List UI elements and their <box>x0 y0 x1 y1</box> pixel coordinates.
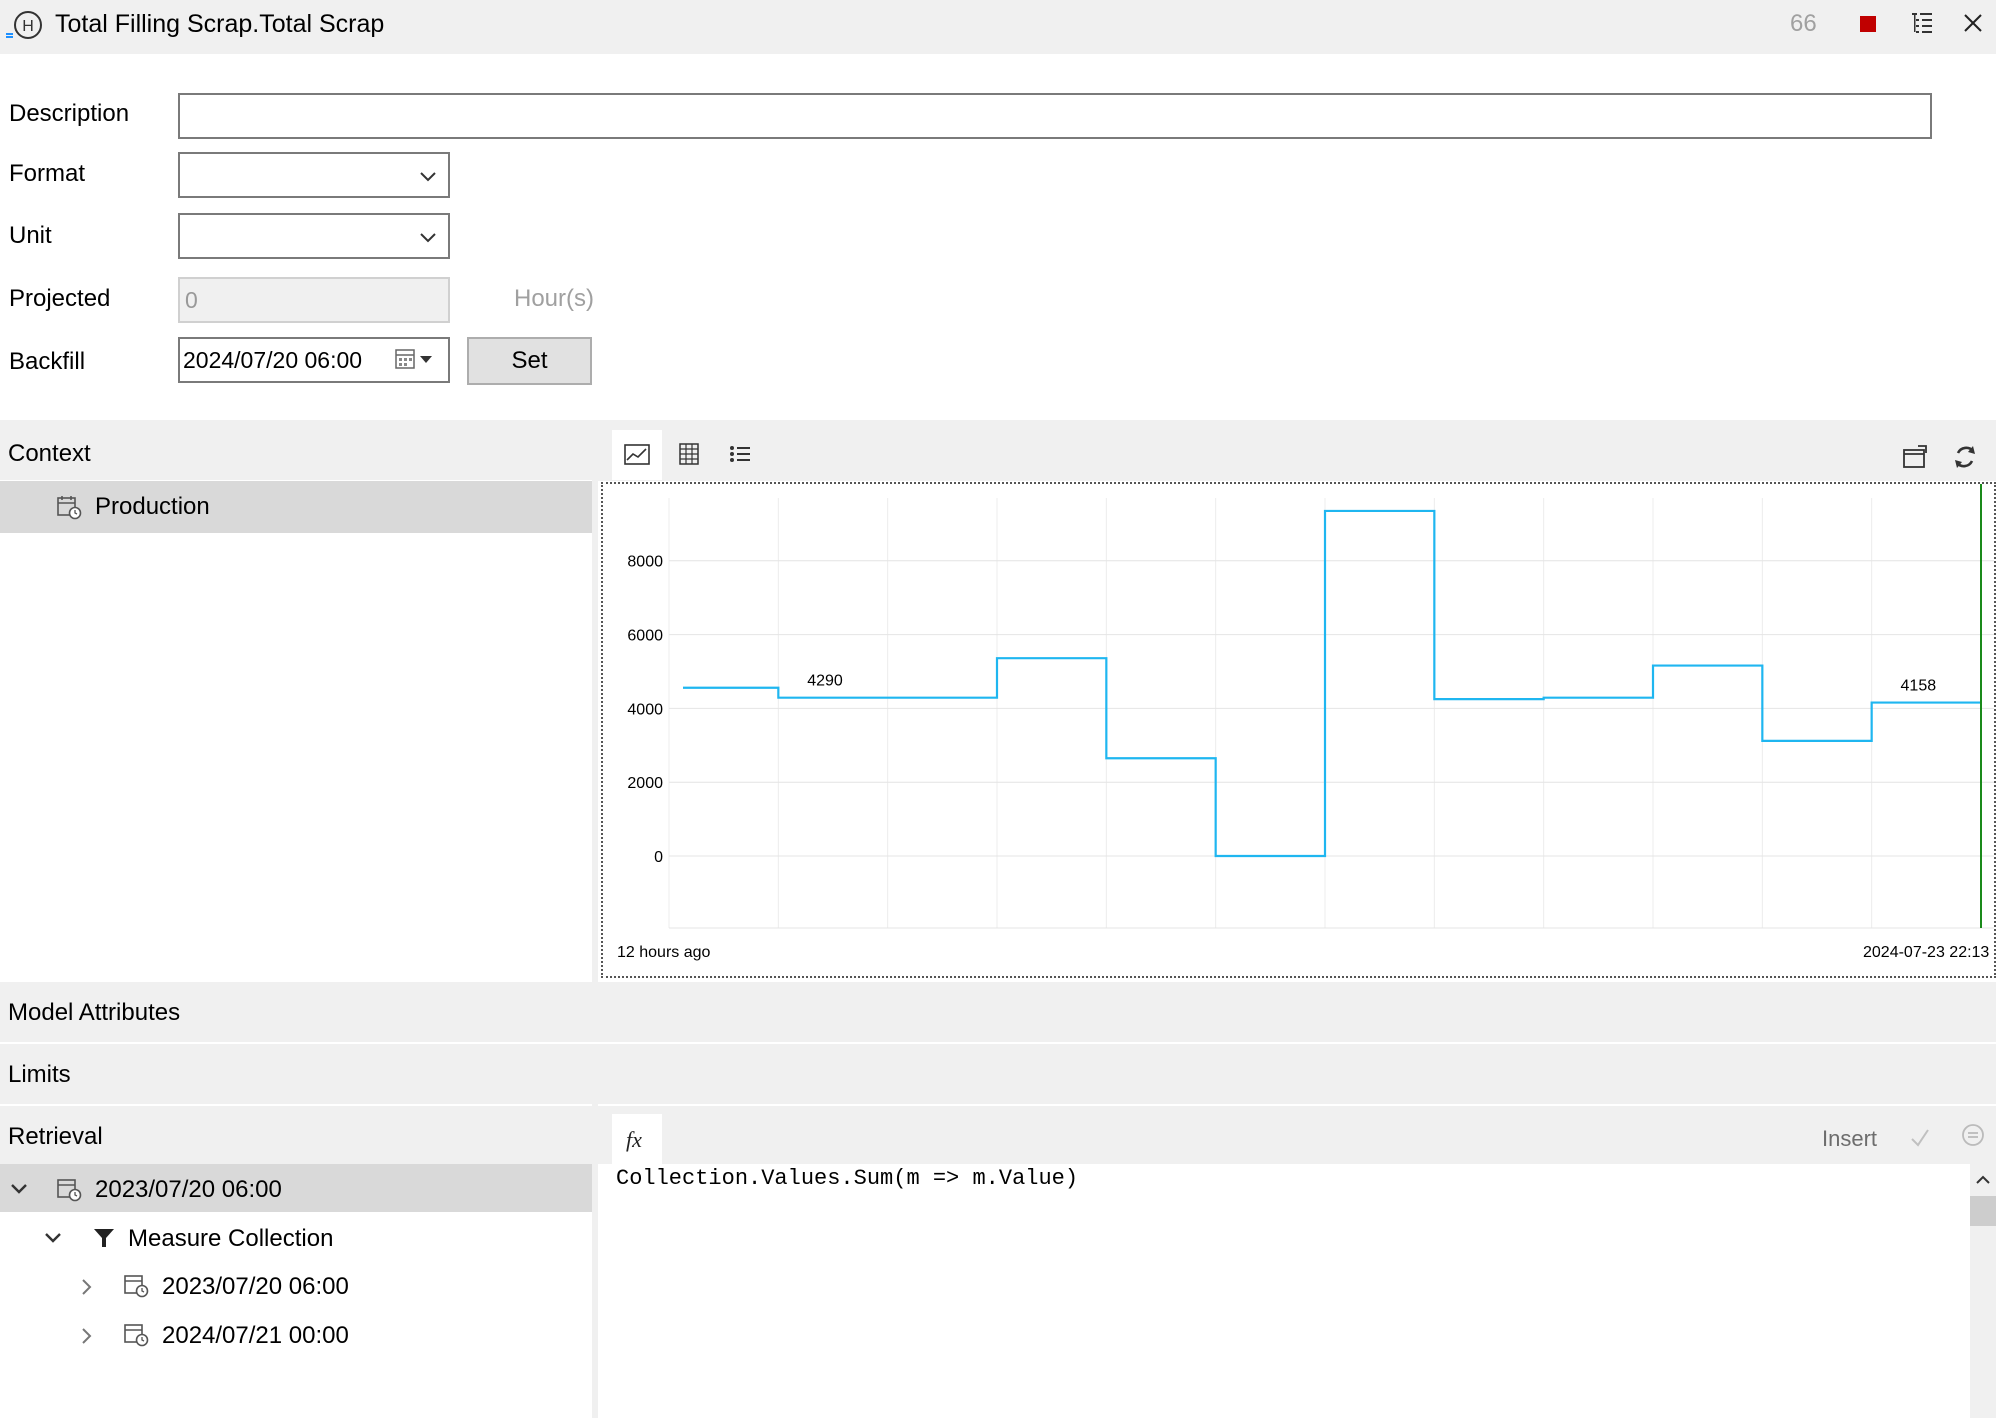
backfill-label: Backfill <box>9 348 86 375</box>
tab-list[interactable] <box>716 430 766 480</box>
unit-select[interactable] <box>178 213 450 259</box>
tree-item-label: Measure Collection <box>128 1225 334 1252</box>
x-end-label: 2024-07-23 22:13 <box>1863 944 1990 961</box>
filter-icon <box>94 1229 114 1247</box>
chevron-down-icon[interactable] <box>8 1178 30 1200</box>
series-line-total-scrap <box>683 509 1981 858</box>
table-grid-icon <box>679 443 699 465</box>
popout-window-icon[interactable] <box>1900 442 1930 472</box>
limits-header[interactable] <box>0 1044 1996 1104</box>
expression-code: Collection.Values.Sum(m => m.Value) <box>616 1166 1079 1191</box>
bullet-list-icon <box>730 446 750 462</box>
format-select[interactable] <box>178 152 450 198</box>
tab-formula[interactable]: fx <box>612 1114 662 1164</box>
historian-logo-icon: H <box>6 11 42 39</box>
chevron-down-icon <box>420 233 436 243</box>
calendar-clock-icon <box>124 1324 149 1347</box>
tree-item-label: 2023/07/20 06:00 <box>95 1176 282 1203</box>
model-attributes-header[interactable] <box>0 982 1996 1042</box>
function-fx-icon: fx <box>626 1127 642 1152</box>
description-label: Description <box>9 100 130 127</box>
data-label: 4158 <box>1901 678 1937 695</box>
description-input[interactable] <box>178 93 1932 139</box>
format-label: Format <box>9 160 86 187</box>
backfill-value: 2024/07/20 06:00 <box>183 347 363 373</box>
tree-item-label: 2024/07/21 00:00 <box>162 1322 349 1349</box>
refresh-icon[interactable] <box>1950 442 1980 472</box>
backfill-date-picker[interactable]: 2024/07/20 06:00 <box>178 337 450 383</box>
panel-divider[interactable] <box>592 420 598 982</box>
calendar-clock-icon <box>57 496 82 520</box>
tree-row-root[interactable] <box>0 1164 592 1212</box>
line-chart-icon <box>624 444 650 465</box>
insert-button[interactable]: Insert <box>1822 1126 1877 1152</box>
scroll-thumb[interactable] <box>1970 1196 1996 1226</box>
tab-table[interactable] <box>664 430 714 480</box>
trend-chart: 0 2000 4000 6000 8000 4290 4158 <box>627 484 1994 929</box>
model-attributes-title: Model Attributes <box>8 999 181 1026</box>
unit-label: Unit <box>9 222 52 249</box>
chevron-right-icon[interactable] <box>77 1325 97 1347</box>
y-tick-label: 0 <box>654 849 663 866</box>
y-tick-label: 8000 <box>627 554 663 571</box>
scroll-up-icon[interactable] <box>1972 1170 1994 1190</box>
chevron-down-icon[interactable] <box>42 1227 64 1249</box>
set-button[interactable]: Set <box>467 337 592 385</box>
retrieval-title: Retrieval <box>8 1123 103 1150</box>
x-start-label: 12 hours ago <box>617 944 711 961</box>
projected-unit-label: Hour(s) <box>514 285 595 312</box>
close-icon[interactable] <box>1960 10 1986 36</box>
context-item-label: Production <box>95 493 210 520</box>
chevron-right-icon[interactable] <box>77 1276 97 1298</box>
y-tick-label: 4000 <box>627 701 663 718</box>
data-label: 4290 <box>807 673 843 690</box>
svg-text:H: H <box>22 18 34 35</box>
context-item-production[interactable] <box>0 481 592 533</box>
retrieval-header <box>0 1106 1996 1166</box>
y-tick-label: 6000 <box>627 628 663 645</box>
check-icon[interactable] <box>1908 1126 1932 1150</box>
calendar-clock-icon <box>57 1179 82 1202</box>
stop-icon[interactable] <box>1860 16 1876 32</box>
chart-toolbar <box>598 420 1996 481</box>
item-count: 66 <box>1790 10 1817 37</box>
context-panel <box>0 481 592 1043</box>
limits-title: Limits <box>8 1061 71 1088</box>
projected-input: 0 <box>178 277 450 323</box>
projected-label: Projected <box>9 285 111 312</box>
projected-value: 0 <box>185 287 198 313</box>
tab-chart[interactable] <box>612 430 662 480</box>
tree-item-label: 2023/07/20 06:00 <box>162 1273 349 1300</box>
svg-text:fx: fx <box>626 1127 642 1152</box>
menu-circle-icon[interactable] <box>1960 1122 1986 1148</box>
calendar-dropdown-icon[interactable] <box>394 347 440 373</box>
calendar-clock-icon <box>124 1275 149 1298</box>
chart-area[interactable]: 0 2000 4000 6000 8000 4290 4158 12 hours ago 2… <box>601 482 1996 978</box>
expression-editor[interactable] <box>598 1164 1970 1418</box>
chevron-down-icon <box>420 172 436 182</box>
y-tick-label: 2000 <box>627 775 663 792</box>
window-title: Total Filling Scrap.Total Scrap <box>55 10 385 38</box>
tree-view-icon[interactable] <box>1910 10 1934 36</box>
context-title: Context <box>8 440 91 467</box>
